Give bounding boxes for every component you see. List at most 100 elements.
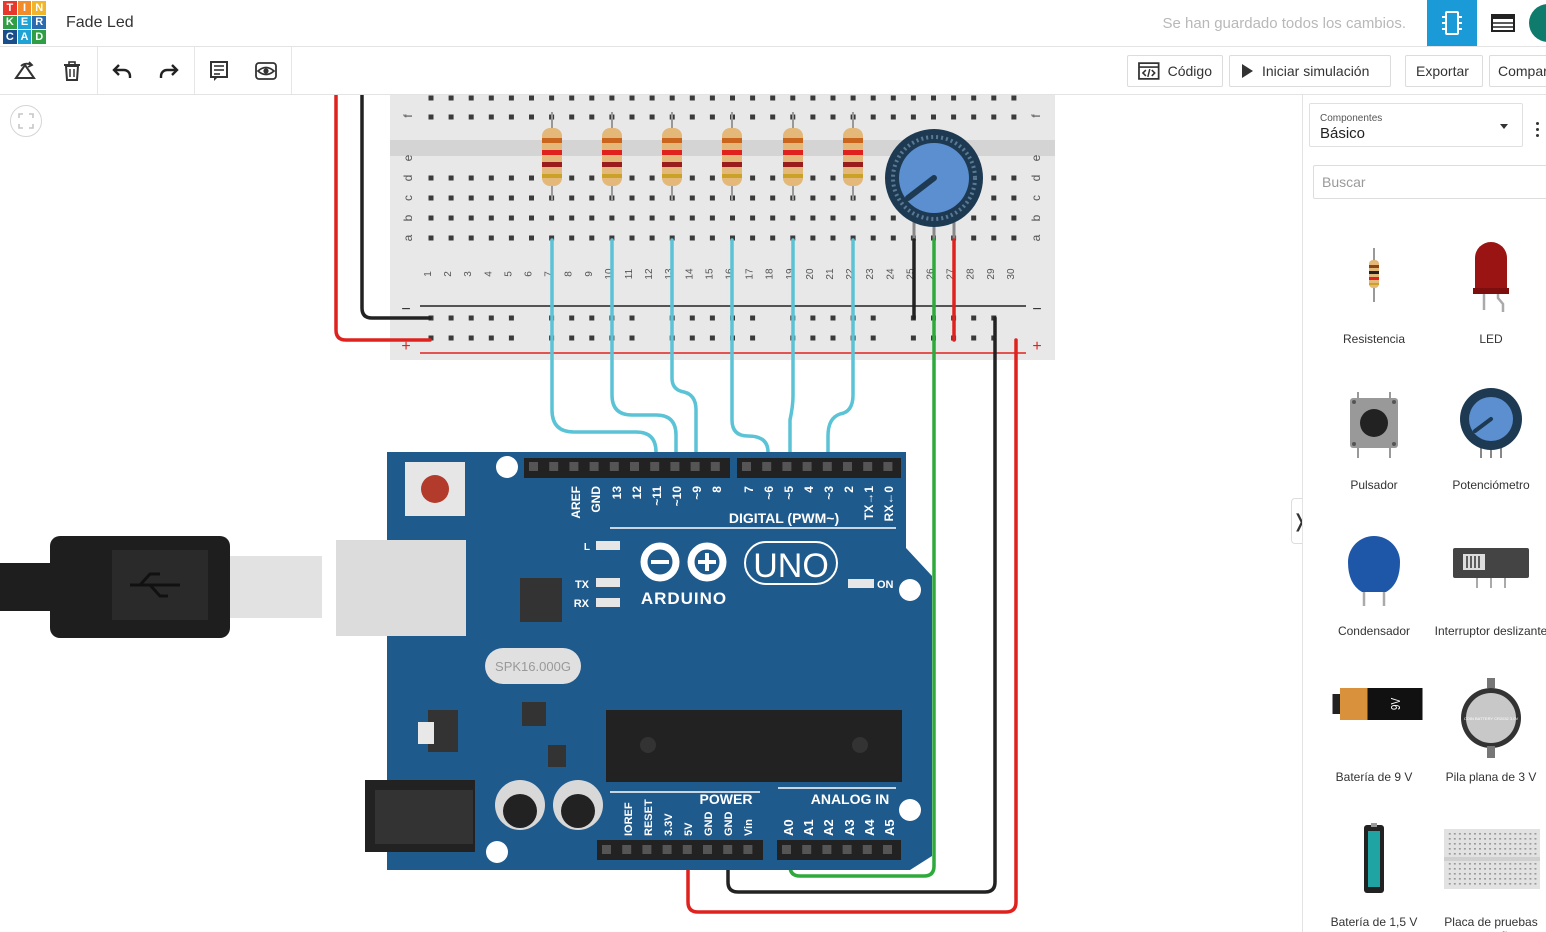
analog-pin-label: A0 <box>781 819 796 836</box>
rotate-icon <box>14 60 36 79</box>
coin-battery-icon: COIN BATTERY CR2032 3.0V <box>1461 678 1521 758</box>
toolbar: Código Iniciar simulación Exportar Compa… <box>0 47 1546 95</box>
component-label: Interruptor deslizante <box>1434 624 1546 638</box>
component-placa-pruebas-pequena[interactable]: Placa de pruebas pequeña <box>1432 823 1546 932</box>
code-button-label: Código <box>1167 63 1212 79</box>
redo-button[interactable] <box>146 47 192 94</box>
digital-pin-label: AREF <box>569 486 583 519</box>
component-label: LED <box>1479 332 1503 346</box>
list-table-icon <box>1491 14 1515 32</box>
collapse-panel-button[interactable]: ❭ <box>1291 498 1302 544</box>
caret-down-icon <box>1500 124 1508 129</box>
rotate-button[interactable] <box>2 47 48 94</box>
tinkercad-logo[interactable]: T I N K E R C A D <box>3 1 46 44</box>
row-letter: a <box>401 234 415 241</box>
component-label: Placa de pruebas pequeña <box>1444 915 1538 932</box>
pushbutton-icon <box>1350 392 1398 458</box>
chip-icon <box>1442 11 1462 35</box>
logo-letter: R <box>32 15 46 30</box>
power-pin-label: 5V <box>683 822 695 836</box>
row-letter: d <box>1029 175 1043 182</box>
digital-pin-label: ~5 <box>782 486 796 500</box>
delete-button[interactable] <box>49 47 95 94</box>
component-bateria-9v[interactable]: 9V Batería de 9 V <box>1315 678 1433 818</box>
top-bar: T I N K E R C A D Fade Led Se han guarda… <box>0 0 1546 47</box>
component-pila-plana-3v[interactable]: COIN BATTERY CR2032 3.0V Pila plana de 3… <box>1432 678 1546 818</box>
rail-minus-right: − <box>1032 301 1041 318</box>
circuit-canvas[interactable]: eeddccbbaaff 1 2 3 4 5 6 7 8 9 10 11 12 13 14 15 16 17 18… <box>0 95 1302 932</box>
circuit-drawing[interactable]: e ed dc cb ba af f 1 2 3 4 5 6 7 8 9 10 11 12 13 14 15 16 17 18… <box>0 95 1302 932</box>
logo-letter: I <box>17 1 32 15</box>
code-button[interactable]: Código <box>1127 55 1223 87</box>
led-label-tx: TX <box>575 579 590 591</box>
column-number: 5 <box>503 271 514 277</box>
schematic-list-view-button[interactable] <box>1478 0 1528 46</box>
on-led-label: ON <box>877 579 894 591</box>
column-number: 24 <box>885 268 896 280</box>
circuit-view-button[interactable] <box>1427 0 1477 46</box>
share-label: Compartir <box>1498 63 1546 79</box>
battery-9v-icon: 9V <box>1332 688 1423 720</box>
column-number: 1 <box>423 271 434 277</box>
component-resistencia[interactable]: Resistencia <box>1315 240 1433 380</box>
notes-button[interactable] <box>196 47 242 94</box>
analog-pin-label: A1 <box>801 819 816 836</box>
column-number: 17 <box>745 268 756 280</box>
column-number: 3 <box>463 271 474 277</box>
start-simulation-button[interactable]: Iniciar simulación <box>1229 55 1391 87</box>
component-bateria-1-5v[interactable]: Batería de 1,5 V <box>1315 823 1433 932</box>
row-letter: c <box>401 195 415 201</box>
digital-pin-label: RX←0 <box>882 486 896 522</box>
export-label: Exportar <box>1416 63 1469 79</box>
battery-aa-icon <box>1364 823 1384 893</box>
digital-pin-label: 4 <box>802 486 816 493</box>
logo-letter: E <box>17 15 32 30</box>
arduino-uno-board[interactable]: SPK16.000G AREF GND 13 12 ~11 ~10 ~9 8 7… <box>336 452 932 870</box>
components-select[interactable]: Componentes Básico <box>1309 103 1523 147</box>
analog-pin-label: A4 <box>862 819 877 836</box>
component-condensador[interactable]: Condensador <box>1315 532 1433 672</box>
save-status: Se han guardado todos los cambios. <box>1162 15 1407 32</box>
column-number: 14 <box>684 268 695 280</box>
note-icon <box>210 60 228 81</box>
component-interruptor-deslizante[interactable]: Interruptor deslizante <box>1432 532 1546 672</box>
power-pin-label: GND <box>703 812 715 837</box>
component-label: Resistencia <box>1342 332 1406 346</box>
led-label-l: L <box>584 542 590 553</box>
column-number: 23 <box>865 268 876 280</box>
component-led[interactable]: LED <box>1432 240 1546 380</box>
component-label: Pulsador <box>1350 478 1398 492</box>
capacitor-icon <box>1348 536 1400 606</box>
user-avatar[interactable] <box>1529 4 1546 42</box>
components-search-input[interactable] <box>1313 165 1546 199</box>
export-button[interactable]: Exportar <box>1405 55 1483 87</box>
led-icon <box>1473 242 1509 312</box>
logo-letter: A <box>17 30 32 44</box>
row-letter: d <box>401 175 415 182</box>
row-letter: e <box>401 154 415 161</box>
fit-view-button[interactable] <box>10 105 42 137</box>
share-button[interactable]: Compartir <box>1489 55 1546 87</box>
logo-letter: D <box>32 30 46 44</box>
column-number: 20 <box>805 268 816 280</box>
column-number: 21 <box>825 268 836 280</box>
components-select-label: Componentes <box>1320 113 1383 124</box>
analog-pin-label: A2 <box>821 819 836 836</box>
digital-pin-label: ~10 <box>670 486 684 507</box>
column-number: 4 <box>483 271 494 277</box>
component-pulsador[interactable]: Pulsador <box>1315 386 1433 526</box>
battery-9v-text: 9V <box>1390 697 1403 710</box>
row-letter: a <box>1029 234 1043 241</box>
project-title[interactable]: Fade Led <box>66 14 134 32</box>
panel-menu-button[interactable] <box>1529 109 1545 149</box>
undo-button[interactable] <box>99 47 145 94</box>
component-label: Batería de 1,5 V <box>1330 915 1418 929</box>
digital-pin-label: 8 <box>710 486 724 493</box>
digital-pin-label: 13 <box>610 486 624 500</box>
column-number: 30 <box>1006 268 1017 280</box>
component-potenciometro[interactable]: Potenciómetro <box>1432 386 1546 526</box>
visibility-button[interactable] <box>243 47 289 94</box>
digital-pin-label: 2 <box>842 486 856 493</box>
fit-view-icon <box>18 113 34 129</box>
component-label: Condensador <box>1337 624 1411 638</box>
